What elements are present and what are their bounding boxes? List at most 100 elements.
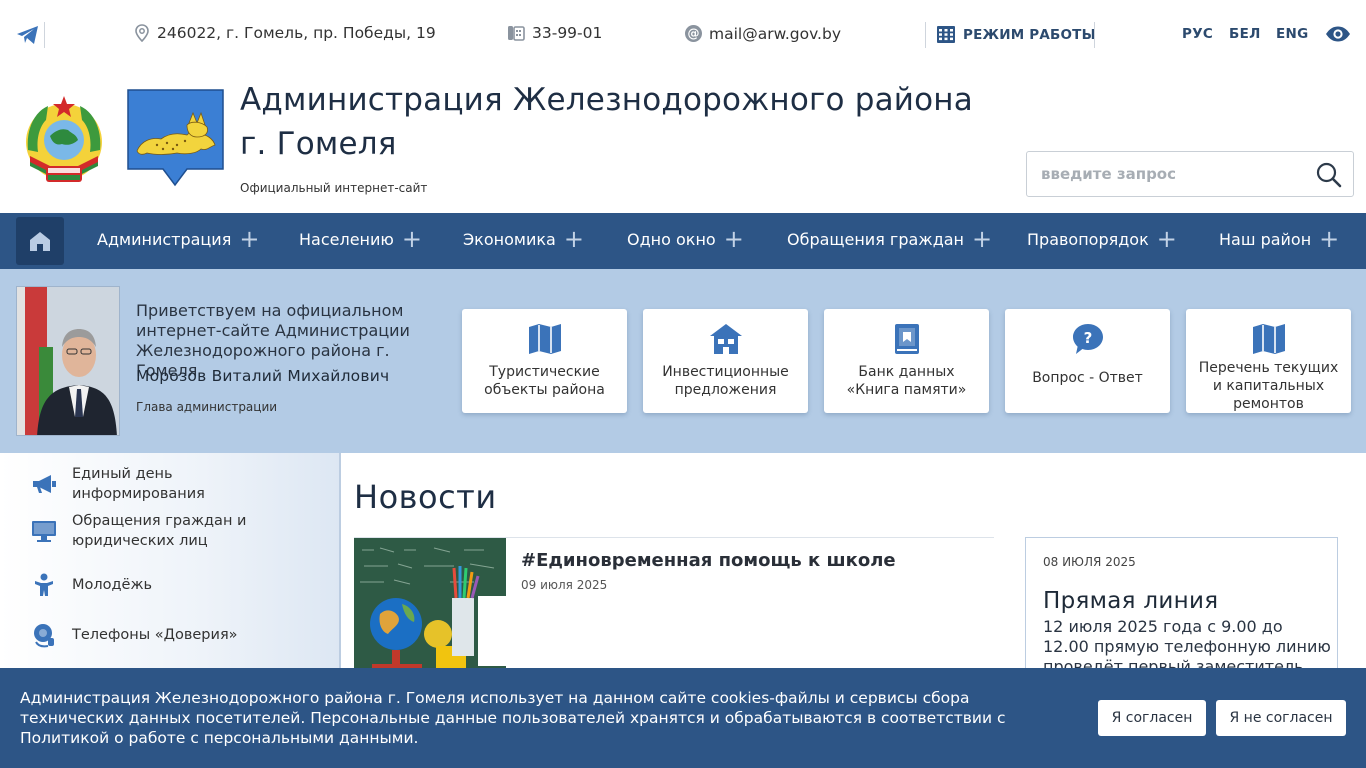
site-header: Администрация Железнодорожного района г.… (0, 72, 1366, 213)
nav-label: Обращения граждан (787, 229, 965, 249)
card-investment[interactable]: Инвестиционные предложения (643, 309, 808, 413)
cookie-agree-button[interactable]: Я согласен (1098, 700, 1206, 736)
head-name[interactable]: Морозов Виталий Михайлович (136, 367, 389, 385)
home-icon (30, 232, 50, 251)
address-text: 246022, г. Гомель, пр. Победы, 19 (157, 24, 436, 42)
plus-icon: + (1156, 225, 1177, 253)
calendar-grid-icon (937, 26, 955, 43)
working-hours-link[interactable]: РЕЖИМ РАБОТЫ (937, 26, 1096, 43)
hotline-card[interactable]: 08 ИЮЛЯ 2025 Прямая линия 12 июля 2025 г… (1025, 537, 1338, 677)
plus-icon: + (563, 225, 584, 253)
eye-icon (1326, 26, 1350, 42)
site-title[interactable]: Администрация Железнодорожного района г.… (240, 78, 980, 166)
lang-rus[interactable]: РУС (1182, 26, 1213, 42)
question-bubble-icon: ? (1072, 324, 1103, 354)
card-label: Вопрос - Ответ (1032, 370, 1143, 386)
headset-icon (34, 624, 54, 648)
search-button[interactable] (1315, 161, 1343, 189)
news-item[interactable]: #Единовременная помощь к школе 09 июля 2… (354, 537, 994, 678)
news-heading: Новости (354, 478, 497, 516)
sidebar-item-info-day[interactable]: Единый день информирования (30, 466, 205, 502)
telegram-link[interactable] (16, 24, 40, 46)
telegram-icon (17, 26, 38, 44)
divider (44, 22, 45, 48)
divider (1094, 22, 1095, 48)
main-nav: Администрация + Населению + Экономика + Одн… (0, 213, 1366, 269)
sidebar-item-label: Единый день информирования (72, 466, 205, 502)
plus-icon: + (1319, 225, 1340, 253)
phone-icon (508, 26, 525, 41)
head-photo (16, 286, 120, 436)
city-coat-of-arms (127, 89, 224, 187)
map-icon (528, 324, 561, 354)
hotline-title: Прямая линия (1043, 588, 1219, 614)
card-label: Инвестиционные предложения (662, 364, 789, 398)
home-button[interactable] (16, 217, 64, 265)
sidebar-item-label: Молодёжь (72, 577, 153, 593)
state-emblem (16, 90, 112, 190)
phone[interactable]: 33-99-01 (507, 24, 602, 42)
nav-economy[interactable]: Экономика + (463, 225, 584, 253)
lang-bel[interactable]: БЕЛ (1229, 26, 1261, 42)
plus-icon: + (972, 225, 993, 253)
sidebar-item-appeals[interactable]: Обращения граждан и юридических лиц (30, 513, 246, 549)
nav-label: Экономика (463, 229, 556, 249)
at-sign-icon: @ (685, 25, 702, 42)
accessibility-button[interactable] (1325, 26, 1351, 42)
nav-label: Администрация (97, 229, 232, 249)
top-bar: 246022, г. Гомель, пр. Победы, 19 33-99-… (0, 0, 1366, 72)
megaphone-icon (33, 475, 56, 493)
email[interactable]: @ mail@arw.gov.by (684, 24, 841, 43)
building-icon (709, 324, 742, 354)
search-icon (1316, 162, 1342, 188)
card-question-answer[interactable]: ? Вопрос - Ответ (1005, 309, 1170, 413)
nav-label: Населению (299, 229, 394, 249)
svg-text:@: @ (688, 27, 700, 41)
svg-text:?: ? (1083, 329, 1092, 347)
divider (925, 22, 926, 48)
news-item-title[interactable]: #Единовременная помощь к школе (521, 550, 896, 571)
working-hours-label: РЕЖИМ РАБОТЫ (963, 26, 1096, 43)
hero-section: Приветствуем на официальном интернет-сай… (0, 269, 1366, 453)
sidebar-item-youth[interactable]: Молодёжь (30, 571, 152, 599)
nav-our-district[interactable]: Наш район + (1219, 225, 1340, 253)
address: 246022, г. Гомель, пр. Победы, 19 (134, 24, 436, 42)
site-subtitle: Официальный интернет-сайт (240, 181, 428, 195)
card-label: Туристические объекты района (484, 364, 605, 398)
lang-eng[interactable]: ENG (1276, 26, 1309, 42)
nav-population[interactable]: Населению + (299, 225, 422, 253)
person-icon (35, 573, 53, 596)
map-icon (1252, 324, 1285, 354)
cookie-text: Администрация Железнодорожного района г.… (20, 689, 1006, 747)
card-repairs-list[interactable]: Перечень текущих и капитальных ремонтов (1186, 309, 1351, 413)
cookie-disagree-button[interactable]: Я не согласен (1216, 700, 1346, 736)
news-image (354, 538, 506, 678)
card-memory-book[interactable]: Банк данных «Книга памяти» (824, 309, 989, 413)
plus-icon: + (239, 225, 260, 253)
nav-law-order[interactable]: Правопорядок + (1027, 225, 1177, 253)
nav-one-window[interactable]: Одно окно + (627, 225, 744, 253)
nav-label: Одно окно (627, 229, 716, 249)
site-title-line1: Администрация Железнодорожного района (240, 82, 973, 118)
card-tourist-objects[interactable]: Туристические объекты района (462, 309, 627, 413)
hotline-date: 08 ИЮЛЯ 2025 (1043, 555, 1136, 569)
nav-citizen-appeals[interactable]: Обращения граждан + (787, 225, 993, 253)
location-pin-icon (135, 24, 149, 42)
email-text: mail@arw.gov.by (709, 24, 841, 43)
phone-text: 33-99-01 (532, 24, 603, 42)
plus-icon: + (723, 225, 744, 253)
news-item-date: 09 июля 2025 (521, 578, 608, 592)
cookie-banner: Администрация Железнодорожного района г.… (0, 668, 1366, 768)
nav-label: Правопорядок (1027, 229, 1149, 249)
search-input[interactable] (1041, 162, 1301, 186)
plus-icon: + (401, 225, 422, 253)
head-position: Глава администрации (136, 400, 278, 414)
sidebar-item-label: Обращения граждан и юридических лиц (72, 513, 247, 549)
sidebar-item-trust-phones[interactable]: Телефоны «Доверия» (30, 621, 238, 649)
search-box (1026, 151, 1354, 197)
sidebar-item-label: Телефоны «Доверия» (72, 627, 238, 643)
nav-administration[interactable]: Администрация + (97, 225, 260, 253)
card-label: Перечень текущих и капитальных ремонтов (1198, 360, 1339, 412)
site-title-line2: г. Гомеля (240, 126, 397, 162)
computer-icon (32, 521, 56, 542)
